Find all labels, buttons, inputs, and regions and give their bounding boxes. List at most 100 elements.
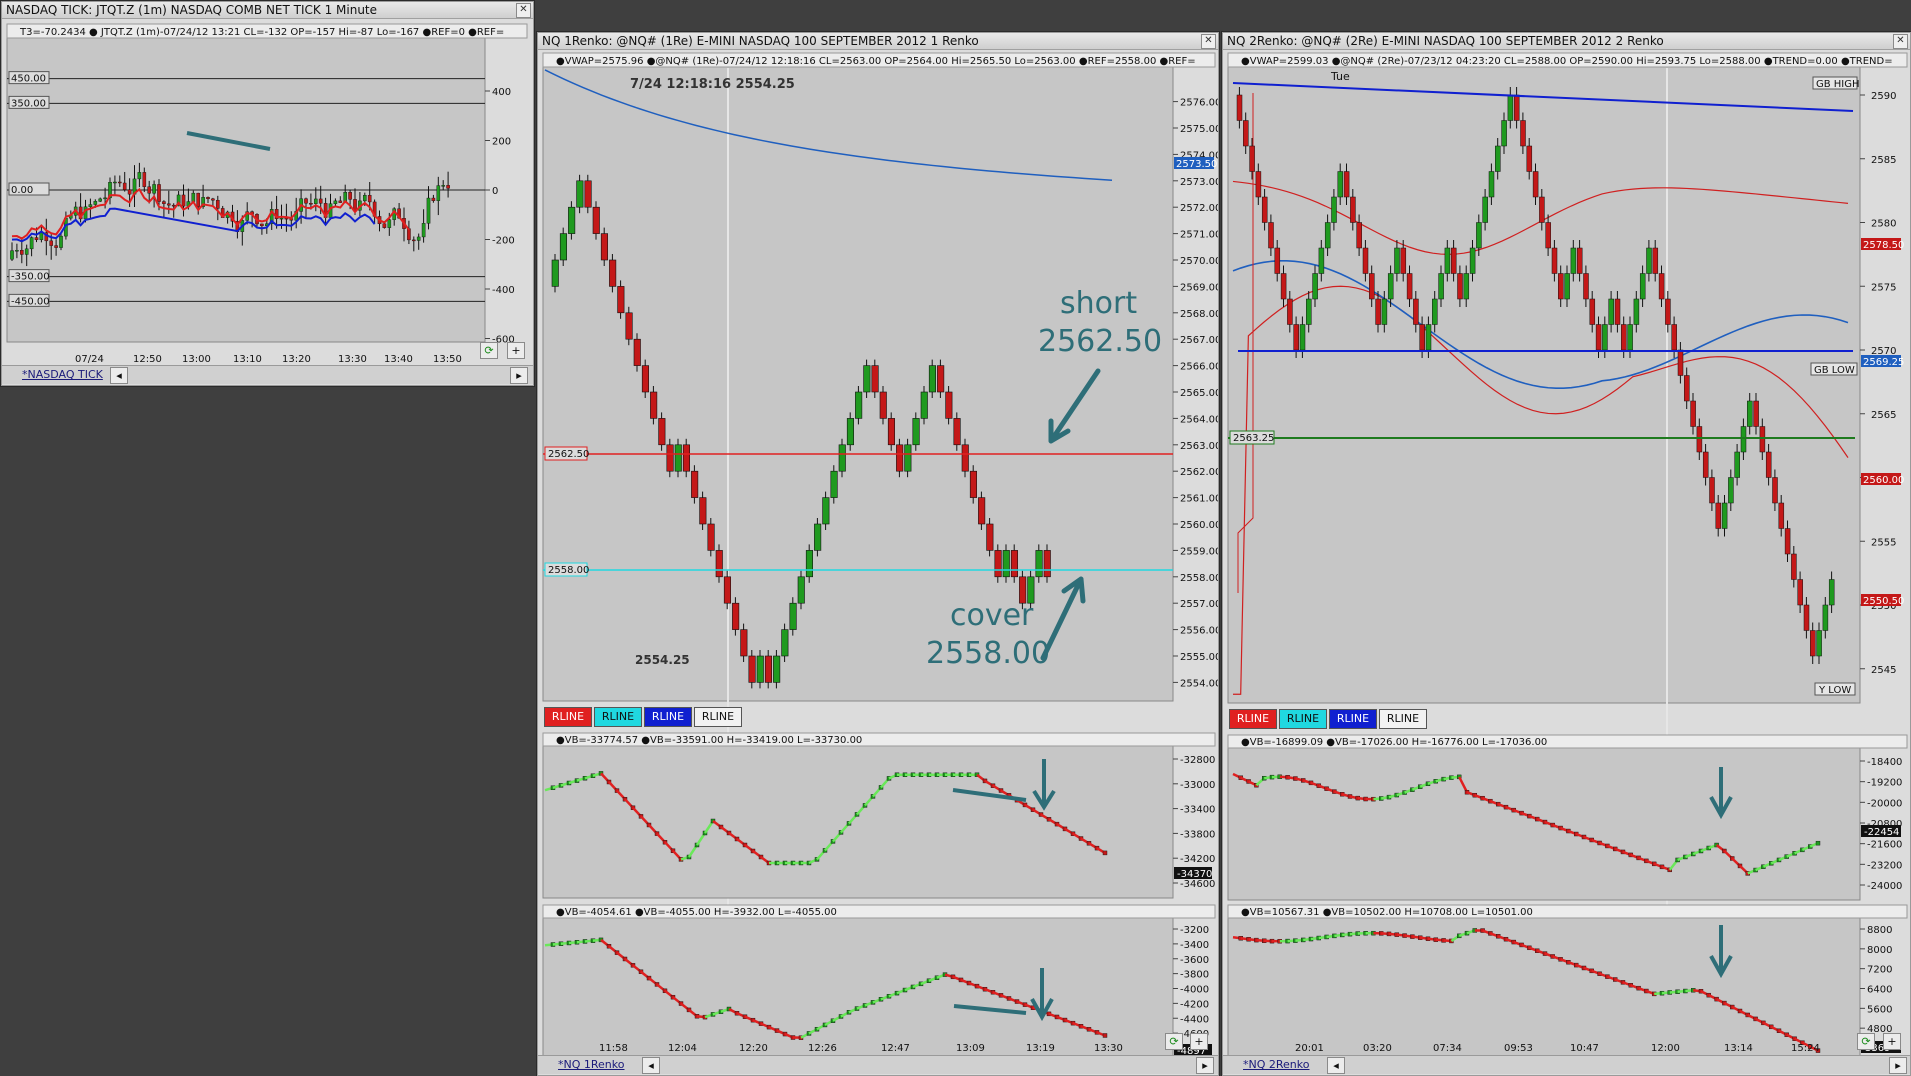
renko2-sub2-ytick-label: 5600 [1867,1004,1892,1015]
tick-window: NASDAQ TICK: JTQT.Z (1m) NASDAQ COMB NET… [1,1,534,386]
renko1-sub2-ytick-label: -3800 [1180,970,1209,981]
renko1-rline-button[interactable]: RLINE [694,707,742,727]
renko2-candle [1646,247,1652,274]
renko2-candle [1400,247,1407,274]
tick-bar [412,239,416,242]
renko2-candle [1816,630,1822,657]
tick-plus-icon[interactable]: + [507,342,525,359]
renko2-candle [1444,247,1451,274]
renko2-candle [1797,579,1803,606]
renko1-candle [855,391,863,419]
tick-xtick-label: 12:50 [133,354,162,365]
tick-tab[interactable]: *NASDAQ TICK [22,366,103,384]
renko1-sub2-ytick-label: -4400 [1180,1014,1209,1025]
tick-info: T3=-70.2434 ● JTQT.Z (1m)-07/24/12 13:21… [19,27,504,38]
renko2-sub1-ytick-label: -18400 [1867,757,1902,768]
renko1-candle [953,418,961,446]
renko2-scroll-right[interactable]: ▸ [1889,1057,1907,1074]
renko1-plus-icon[interactable]: + [1190,1033,1208,1050]
renko1-refresh-icon[interactable]: ⟳ [1165,1033,1183,1050]
renko2-rline-button[interactable]: RLINE [1229,709,1277,729]
renko2-chart[interactable]: ●VWAP=2599.03 ●@NQ# (2Re)-07/23/12 04:23… [1223,33,1910,1075]
tick-bar [441,185,446,187]
renko2-candle [1463,273,1470,300]
renko1-xtick-label: 12:26 [808,1043,837,1054]
renko2-candle [1658,273,1665,300]
tick-bar [191,192,196,202]
renko2-rline-button[interactable]: RLINE [1279,709,1327,729]
renko1-ytick-label: 2557.00 [1180,599,1218,610]
renko2-tab[interactable]: *NQ 2Renko [1243,1056,1309,1074]
renko2-candle [1324,222,1331,249]
renko2-candle [1671,324,1677,351]
renko1-sub2-brick [1102,1033,1108,1038]
tick-bar [215,200,220,209]
tick-bar [24,248,29,255]
renko2-candle [1665,298,1671,325]
renko2-candle [1558,273,1564,300]
renko1-candle [559,233,568,261]
tick-ytick-label: 200 [492,137,511,148]
renko2-sub1-info: ●VB=-16899.09 ●VB=-17026.00 H=-16776.00 … [1241,737,1547,748]
tick-bar [162,201,166,204]
tick-bar [29,237,34,250]
renko1-short-label: short [1060,286,1137,321]
renko1-ytick-label: 2572.00 [1180,203,1218,214]
renko1-candle [723,576,731,604]
renko2-refresh-icon[interactable]: ⟳ [1857,1033,1875,1050]
tick-bar [157,184,161,202]
renko2-candle [1293,324,1299,351]
renko2-candle [1476,222,1482,249]
renko1-scroll-left[interactable]: ◂ [642,1057,660,1074]
renko1-footer: *NQ 1Renko ◂ ▸ [538,1055,1218,1074]
renko2-candle [1337,171,1344,198]
renko1-ytick-label: 2567.00 [1180,335,1218,346]
renko2-candle [1299,324,1306,351]
tick-bar [10,250,14,260]
renko2-rline-button[interactable]: RLINE [1379,709,1427,729]
renko2-candle [1306,298,1312,325]
renko1-tab[interactable]: *NQ 1Renko [558,1056,624,1074]
renko1-candle [715,550,723,578]
renko2-plus-icon[interactable]: + [1883,1033,1901,1050]
renko1-chart[interactable]: ●VWAP=2575.96 ●@NQ# (1Re)-07/24/12 12:18… [538,33,1218,1075]
tick-bar [416,236,421,241]
renko2-scroll-left[interactable]: ◂ [1327,1057,1345,1074]
renko1-xtick-label: 13:09 [956,1043,985,1054]
renko1-candle [748,655,756,683]
tick-refresh-icon[interactable]: ⟳ [480,342,498,359]
renko2-candle [1652,247,1659,274]
renko2-candle [1469,247,1476,274]
renko1-rline-button[interactable]: RLINE [644,707,692,727]
tick-bar [363,195,367,202]
renko2-candle [1274,247,1281,274]
tick-hline-label: -450.00 [11,296,50,307]
renko1-sub1-ytick-label: -34200 [1180,854,1215,865]
renko1-scroll-right[interactable]: ▸ [1196,1057,1214,1074]
renko1-sub1-ytick-label: -33000 [1180,780,1215,791]
renko2-candle [1608,298,1614,325]
renko1-rline-button[interactable]: RLINE [544,707,592,727]
renko2-gb-high: GB HIGH [1816,79,1860,90]
renko1-candle [945,391,953,419]
renko1-candle [691,470,699,498]
tick-bar [206,197,210,200]
renko1-low-label: 2554.25 [635,653,690,667]
tick-chart[interactable]: T3=-70.2434 ● JTQT.Z (1m)-07/24/12 13:21… [2,2,533,385]
renko2-tag-2578: 2578.50 [1863,240,1904,251]
renko2-xtick-label: 10:47 [1570,1043,1599,1054]
renko2-candle [1627,324,1633,351]
renko1-rline-button[interactable]: RLINE [594,707,642,727]
renko2-sub1-ytick-label: -24000 [1867,881,1902,892]
renko1-ytick-label: 2563.00 [1180,441,1218,452]
tick-bar [382,223,387,228]
renko2-candle [1261,196,1268,223]
renko2-rline-button[interactable]: RLINE [1329,709,1377,729]
renko2-candle [1375,298,1381,325]
tick-scroll-right[interactable]: ▸ [510,367,528,384]
renko1-ytick-label: 2575.00 [1180,124,1218,135]
tick-scroll-left[interactable]: ◂ [110,367,128,384]
renko2-candle [1684,375,1690,402]
renko2-sub2-info: ●VB=10567.31 ●VB=10502.00 H=10708.00 L=1… [1241,907,1533,918]
renko1-candle [994,550,1002,578]
